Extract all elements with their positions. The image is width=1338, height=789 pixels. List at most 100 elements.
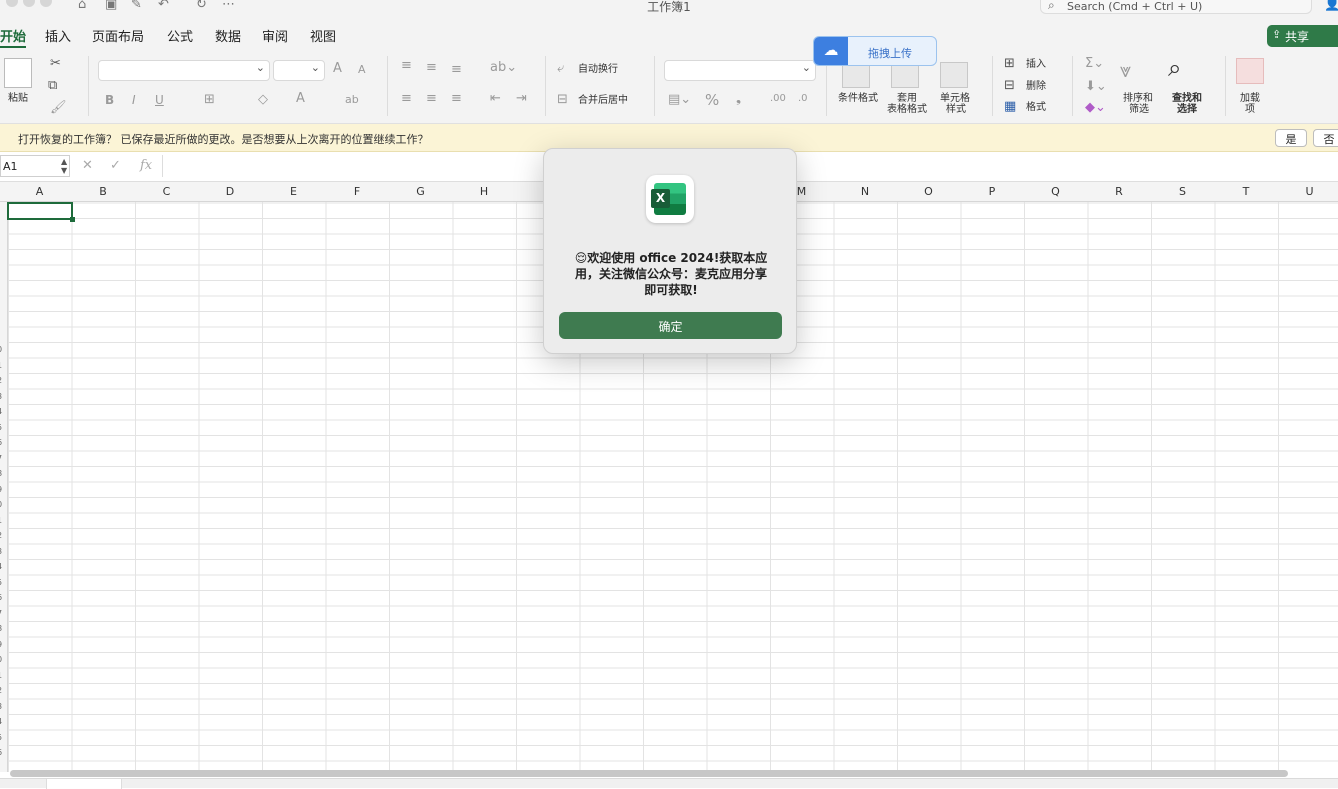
row-header[interactable]: 2 [0,686,2,695]
merge-center-icon[interactable]: ⊟ [557,92,568,107]
row-header[interactable]: 8 [0,624,2,633]
share-button[interactable]: ⇪ 共享 [1267,25,1338,47]
search-input[interactable]: ⌕ Search (Cmd + Ctrl + U) [1040,0,1312,14]
wrap-text-icon[interactable]: ⤶ [557,61,564,76]
find-select-label-2[interactable]: 选择 [1177,104,1197,115]
decrease-indent-icon[interactable]: ⇤ [490,91,501,106]
column-header[interactable]: Q [1024,185,1087,198]
comma-style-icon[interactable]: ❟ [736,91,741,106]
tab-insert[interactable]: 插入 [45,26,71,45]
font-color-icon[interactable]: A [296,91,305,106]
decrease-decimal-icon[interactable]: .0 [798,93,808,104]
format-cells-button[interactable]: 格式 [1026,102,1046,113]
paste-icon[interactable] [4,58,32,88]
column-header[interactable]: S [1151,185,1214,198]
row-header[interactable]: 6 [0,438,2,447]
insert-function-icon[interactable]: fx [140,158,152,173]
row-header[interactable]: 9 [0,485,2,494]
orientation-icon[interactable]: ab⌄ [490,60,517,75]
conditional-format-button[interactable]: 条件格式 [838,93,878,104]
row-header[interactable]: 6 [0,593,2,602]
delete-cells-icon[interactable]: ⊟ [1004,78,1015,93]
bold-button[interactable]: B [105,93,114,107]
row-header[interactable]: 3 [0,702,2,711]
tab-home[interactable]: 开始 [0,26,27,48]
column-header[interactable]: E [262,185,325,198]
stepper-icon[interactable]: ▲ ▼ [61,157,67,175]
addins-label-2[interactable]: 项 [1245,104,1255,115]
column-header[interactable]: A [8,185,71,198]
table-format-label-2[interactable]: 表格格式 [887,104,927,115]
paste-label[interactable]: 粘贴 [8,93,28,104]
copy-icon[interactable]: ⧉ [48,78,57,93]
number-format-select[interactable] [664,60,816,81]
sort-filter-label-1[interactable]: 排序和 [1123,93,1153,104]
tab-formulas[interactable]: 公式 [167,26,193,45]
merge-center-button[interactable]: 合并后居中 [578,95,628,106]
column-header[interactable]: O [897,185,960,198]
sort-filter-label-2[interactable]: 筛选 [1129,104,1149,115]
row-header[interactable]: 6 [0,748,2,757]
column-header[interactable]: F [326,185,389,198]
border-icon[interactable]: ⊞ [204,92,215,107]
sort-filter-icon[interactable]: ⩔ [1120,58,1131,82]
column-header[interactable]: N [834,185,897,198]
dialog-ok-button[interactable]: 确定 [559,312,782,339]
column-header[interactable]: B [72,185,135,198]
percent-button[interactable]: % [705,91,719,109]
phonetic-icon[interactable]: ab [345,93,359,106]
align-center-icon[interactable]: ≡ [426,91,437,106]
cancel-icon[interactable]: ✕ [82,158,93,173]
row-header[interactable]: 2 [0,531,2,540]
insert-cells-button[interactable]: 插入 [1026,59,1046,70]
tab-review[interactable]: 审阅 [262,26,288,45]
align-right-icon[interactable]: ≡ [451,91,462,106]
increase-indent-icon[interactable]: ⇥ [516,91,527,106]
increase-decimal-icon[interactable]: .00 [770,93,786,104]
align-bottom-icon[interactable]: ≡ [451,62,462,77]
row-header[interactable]: 3 [0,547,2,556]
tab-data[interactable]: 数据 [215,26,241,45]
row-header[interactable]: 5 [0,733,2,742]
row-header[interactable]: 4 [0,717,2,726]
row-header[interactable]: 9 [0,640,2,649]
cell-style-icon[interactable] [940,62,968,88]
tab-view[interactable]: 视图 [310,26,336,45]
enter-icon[interactable]: ✓ [110,158,121,173]
column-header[interactable]: R [1088,185,1151,198]
align-left-icon[interactable]: ≡ [401,91,412,106]
fill-icon[interactable]: ⬇⌄ [1085,79,1107,94]
row-header[interactable]: 1 [0,516,2,525]
currency-icon[interactable]: ▤⌄ [668,92,691,107]
cell-style-label-2[interactable]: 样式 [946,104,966,115]
column-header[interactable]: T [1215,185,1278,198]
column-header[interactable]: G [389,185,452,198]
font-shrink-icon[interactable]: A [358,63,366,76]
recovery-no-button[interactable]: 否 [1313,129,1338,147]
row-header[interactable]: 3 [0,392,2,401]
delete-cells-button[interactable]: 删除 [1026,81,1046,92]
row-header[interactable]: 0 [0,655,2,664]
row-header[interactable]: 1 [0,671,2,680]
font-grow-icon[interactable]: A [333,61,342,76]
row-header[interactable]: 7 [0,609,2,618]
underline-button[interactable]: U [155,93,164,107]
column-header[interactable]: D [199,185,262,198]
wrap-text-button[interactable]: 自动换行 [578,64,618,75]
find-select-icon[interactable]: ⌕ [1168,54,1181,82]
row-header[interactable]: 4 [0,562,2,571]
clear-icon[interactable]: ◆⌄ [1085,100,1106,115]
addins-label-1[interactable]: 加载 [1240,93,1260,104]
row-header[interactable]: 4 [0,407,2,416]
table-format-label-1[interactable]: 套用 [897,93,917,104]
format-cells-icon[interactable]: ▦ [1004,99,1016,114]
find-select-label-1[interactable]: 查找和 [1172,93,1202,104]
tab-page-layout[interactable]: 页面布局 [92,26,144,45]
row-header[interactable]: 5 [0,578,2,587]
row-header[interactable]: 8 [0,469,2,478]
row-header[interactable]: 1 [0,361,2,370]
recovery-yes-button[interactable]: 是 [1275,129,1307,147]
addins-icon[interactable] [1236,58,1264,84]
drag-upload-button[interactable]: ☁ 拖拽上传 [813,36,937,66]
column-header[interactable]: H [453,185,516,198]
